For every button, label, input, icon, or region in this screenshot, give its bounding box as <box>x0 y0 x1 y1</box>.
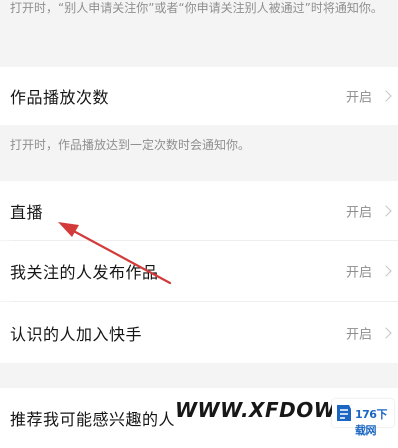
watermark-text: WWW.XFDOW <box>175 398 337 422</box>
setting-value: 开启 <box>345 327 372 342</box>
setting-label: 直播 <box>10 202 44 222</box>
setting-row-following-posts[interactable]: 我关注的人发布作品 开启 <box>0 241 398 301</box>
chevron-right-icon <box>380 90 392 102</box>
setting-label: 我关注的人发布作品 <box>10 263 159 282</box>
site-logo-text: 176下载网 <box>355 408 387 437</box>
setting-row-play-count[interactable]: 作品播放次数 开启 <box>0 67 398 125</box>
chevron-right-icon <box>380 326 392 339</box>
play-count-description: 打开时，作品播放达到一定次数时会通知你。 <box>10 138 251 152</box>
setting-value: 开启 <box>345 90 372 106</box>
setting-label: 认识的人加入快手 <box>10 324 143 344</box>
setting-value: 开启 <box>345 265 372 281</box>
chevron-right-icon <box>380 265 392 277</box>
top-description: 打开时，“别人申请关注你”或者“你申请关注别人被通过”时将通知你。 <box>10 1 383 15</box>
setting-row-acquaintance-join[interactable]: 认识的人加入快手 开启 <box>0 302 398 363</box>
site-logo-icon <box>337 405 351 421</box>
site-logo: 176下载网 <box>332 399 394 437</box>
setting-label: 推荐我可能感兴趣的人 <box>10 410 176 429</box>
setting-value: 开启 <box>345 205 372 220</box>
setting-label: 作品播放次数 <box>10 88 110 107</box>
chevron-right-icon <box>380 204 392 217</box>
setting-row-live[interactable]: 直播 开启 <box>0 181 398 240</box>
